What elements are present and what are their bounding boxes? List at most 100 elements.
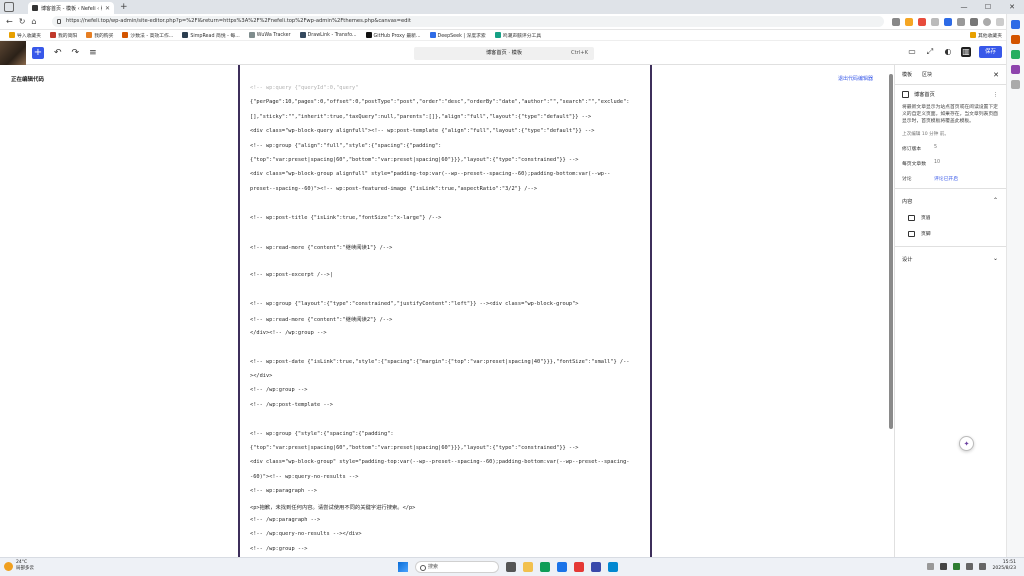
- taskbar-search[interactable]: 搜索: [415, 561, 499, 573]
- discussion-value[interactable]: 评论已开启: [934, 175, 958, 182]
- extension-red-icon[interactable]: [918, 17, 926, 26]
- posts-per-page-value[interactable]: 10: [934, 160, 940, 167]
- extension-gray-icon[interactable]: [931, 17, 939, 26]
- add-sidebar-app-icon[interactable]: [1011, 80, 1020, 89]
- undo-icon[interactable]: ↶: [54, 48, 62, 58]
- weather-text: 局部多云: [16, 566, 34, 571]
- styles-icon[interactable]: ◐: [943, 47, 953, 57]
- code-editor-textarea[interactable]: <!-- wp:query {"queryId":0,"query" {"perP…: [238, 65, 652, 557]
- address-bar[interactable]: https://nefeli.top/wp-admin/site-editor.…: [52, 16, 884, 27]
- template-actions-icon[interactable]: ⋮: [993, 92, 998, 98]
- extension-blue-icon[interactable]: [944, 17, 952, 26]
- close-sidebar-icon[interactable]: ✕: [993, 71, 999, 79]
- volume-icon[interactable]: [979, 562, 987, 570]
- more-menu-icon[interactable]: [996, 17, 1004, 26]
- tab-template[interactable]: 模板: [902, 71, 912, 78]
- code-line: <!-- wp:post-date {"isLink":true,"style"…: [250, 358, 630, 365]
- sidebar-app-icon[interactable]: [1011, 35, 1020, 44]
- weather-widget[interactable]: 24°C 局部多云: [4, 560, 34, 572]
- scrollbar-thumb[interactable]: [889, 74, 893, 429]
- bookmark-item[interactable]: 我的简阳: [50, 32, 77, 39]
- tab-block[interactable]: 区块: [922, 71, 932, 78]
- app-icon[interactable]: [557, 562, 567, 572]
- settings-sidebar-icon[interactable]: ▥: [960, 47, 971, 57]
- code-line: <div class="wp-block-group" style="paddi…: [250, 459, 630, 466]
- close-window-icon[interactable]: ✕: [1000, 0, 1024, 14]
- home-icon[interactable]: ⌂: [31, 17, 36, 26]
- input-method-icon[interactable]: [940, 562, 948, 570]
- read-aloud-icon[interactable]: [892, 17, 900, 26]
- redo-icon[interactable]: ↷: [72, 48, 80, 58]
- app-icon[interactable]: [608, 562, 618, 572]
- command-palette-bar[interactable]: 博客首页 · 模板 Ctrl+K: [414, 47, 594, 60]
- code-line: <div class="wp-block-group alignfull" st…: [250, 171, 611, 178]
- start-icon[interactable]: [398, 562, 408, 572]
- save-button[interactable]: 保存: [978, 46, 1002, 58]
- tab-close-icon[interactable]: ✕: [105, 5, 110, 12]
- view-icon[interactable]: ▭: [907, 47, 917, 57]
- editor-scrollbar[interactable]: [889, 68, 893, 556]
- file-explorer-icon[interactable]: [523, 562, 533, 572]
- bookmark-item[interactable]: 导入收藏夹: [9, 32, 41, 39]
- fullscreen-icon[interactable]: ⤢: [925, 47, 935, 57]
- bookmark-item[interactable]: DeepSeek | 深度求索: [429, 32, 486, 39]
- taskbar-clock[interactable]: 15:51 2025/8/23: [992, 560, 1016, 572]
- github-icon: [365, 32, 372, 38]
- refresh-icon[interactable]: ↻: [19, 17, 26, 26]
- sidebar-app-icon[interactable]: [1011, 65, 1020, 74]
- bookmark-item[interactable]: 我的购买: [86, 32, 113, 39]
- collections-icon[interactable]: [970, 17, 978, 26]
- revisions-value[interactable]: 5: [934, 145, 937, 152]
- back-icon[interactable]: ←: [6, 17, 13, 26]
- code-line: <p>抱歉，未找到任何内容。请尝试使用不同的关键字进行搜索。</p>: [250, 504, 416, 511]
- content-item-footer[interactable]: 页脚: [902, 230, 999, 237]
- browser-sidebar-icon[interactable]: [4, 2, 14, 12]
- code-line: <!-- wp:post-excerpt /-->|: [250, 272, 333, 279]
- content-panel-title[interactable]: 内容: [902, 199, 912, 205]
- block-inserter-button[interactable]: +: [32, 46, 44, 59]
- maximize-icon[interactable]: ☐: [976, 0, 1000, 14]
- discussion-label: 讨论: [902, 177, 912, 182]
- profile-avatar-icon[interactable]: [983, 17, 991, 26]
- wifi-icon[interactable]: [966, 562, 974, 570]
- document-overview-icon[interactable]: ≡: [89, 48, 97, 58]
- bookmark-item[interactable]: 沙数法 - 高效工作...: [122, 32, 173, 39]
- sidebar-app-icon[interactable]: [1011, 50, 1020, 59]
- bookmark-item[interactable]: WuWa Tracker: [248, 32, 291, 38]
- command-bar-title: 博客首页 · 模板: [485, 50, 523, 56]
- bookmark-item[interactable]: GitHub Proxy 最新...: [365, 32, 421, 39]
- code-line: <!-- wp:read-more {"content":"继续阅读1"} /-…: [250, 245, 393, 252]
- bookmark-item[interactable]: 鸣潮声骸评分工具: [494, 32, 541, 39]
- content-item-header[interactable]: 页眉: [902, 214, 999, 221]
- extensions-puzzle-icon[interactable]: [957, 17, 965, 26]
- tray-app-icon[interactable]: [953, 562, 961, 570]
- code-line: ></div>: [250, 373, 273, 379]
- site-icon[interactable]: [0, 40, 26, 65]
- edge-icon[interactable]: [540, 562, 550, 572]
- code-line: -60)"><!-- wp:query-no-results -->: [250, 473, 359, 480]
- minimize-icon[interactable]: —: [952, 0, 976, 14]
- chevron-down-icon[interactable]: ⌄: [993, 255, 998, 262]
- browser-tab-active[interactable]: 博客首页 - 模板 ‹ Nefeli ‹ 编辑器 ✕: [28, 2, 114, 14]
- design-panel-title[interactable]: 设计: [902, 257, 912, 263]
- app-icon[interactable]: [574, 562, 584, 572]
- bookmark-item[interactable]: DrawLink - Transfo...: [299, 32, 357, 38]
- bookmark-icon: [299, 32, 306, 38]
- tray-chevron-icon[interactable]: [927, 562, 935, 570]
- footer-icon: [908, 230, 915, 237]
- floating-assistant-icon[interactable]: ✦: [959, 436, 974, 451]
- tab-title: 博客首页 - 模板 ‹ Nefeli ‹ 编辑器: [41, 5, 102, 12]
- copilot-icon[interactable]: [1011, 20, 1020, 29]
- code-line: [],"sticky":"","inherit":true,"taxQuery"…: [250, 113, 592, 120]
- bookmark-icon: [182, 32, 189, 38]
- other-bookmarks[interactable]: 其他收藏夹: [970, 32, 1002, 39]
- new-tab-icon[interactable]: +: [120, 2, 128, 12]
- task-view-icon[interactable]: [506, 562, 516, 572]
- favorite-star-icon[interactable]: [905, 17, 913, 26]
- app-icon[interactable]: [591, 562, 601, 572]
- code-line: <!-- /wp:paragraph -->: [250, 517, 321, 523]
- bookmark-item[interactable]: SimpRead 简悦 - 每...: [182, 32, 240, 39]
- chevron-up-icon[interactable]: ⌃: [993, 197, 998, 204]
- code-line: <!-- wp:paragraph -->: [250, 488, 317, 495]
- exit-code-editor-link[interactable]: 退出代码编辑器: [838, 75, 873, 82]
